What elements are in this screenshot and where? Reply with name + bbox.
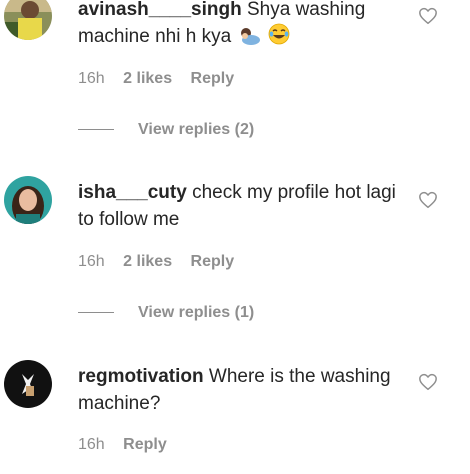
view-replies-button[interactable]: View replies (2): [78, 121, 254, 139]
like-heart-icon[interactable]: [418, 191, 438, 209]
comment-username[interactable]: avinash____singh: [78, 0, 242, 20]
reply-button[interactable]: Reply: [191, 70, 235, 87]
likes-count[interactable]: 2 likes: [123, 70, 172, 87]
divider-line: [78, 312, 114, 314]
view-replies-button[interactable]: View replies (1): [78, 304, 254, 322]
avatar[interactable]: [4, 0, 52, 40]
comment-meta: 16h 2 likes Reply: [78, 70, 248, 88]
comment-time: 16h: [78, 253, 105, 270]
likes-count[interactable]: 2 likes: [123, 253, 172, 270]
view-replies-label: View replies (2): [138, 121, 255, 138]
avatar[interactable]: [4, 176, 52, 224]
avatar[interactable]: [4, 360, 52, 408]
like-heart-icon[interactable]: [418, 373, 438, 391]
comment-time: 16h: [78, 70, 105, 87]
comment-text: avinash____singh Shya washing machine nh…: [78, 0, 398, 53]
tears-of-joy-emoji: [268, 23, 290, 53]
reply-button[interactable]: Reply: [191, 253, 235, 270]
comment-meta: 16h Reply: [78, 436, 181, 454]
view-replies-label: View replies (1): [138, 304, 255, 321]
like-heart-icon[interactable]: [418, 7, 438, 25]
comment-time: 16h: [78, 436, 105, 453]
comment-username[interactable]: isha___cuty: [78, 182, 187, 203]
comment-meta: 16h 2 likes Reply: [78, 253, 248, 271]
person-bowing-emoji: [238, 25, 261, 53]
comment-text: isha___cuty check my profile hot lagi to…: [78, 179, 398, 233]
reply-button[interactable]: Reply: [123, 436, 167, 453]
divider-line: [78, 129, 114, 131]
comment-username[interactable]: regmotivation: [78, 366, 204, 387]
comment-text: regmotivation Where is the washing machi…: [78, 363, 398, 417]
